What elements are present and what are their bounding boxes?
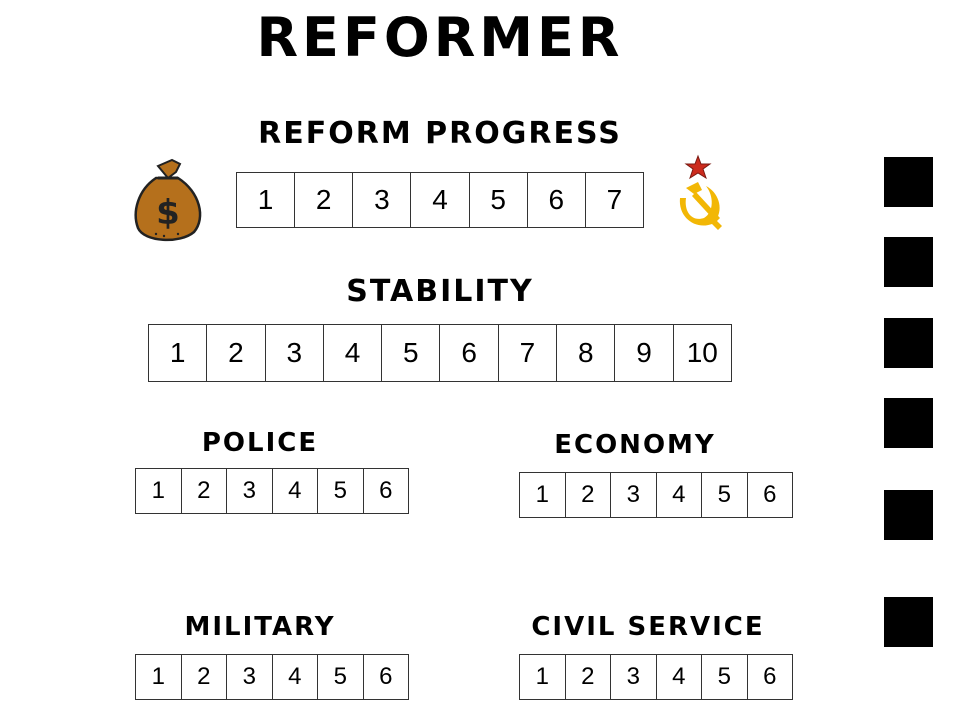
track-cell[interactable]: 1 [136, 655, 182, 699]
track-cell[interactable]: 1 [237, 173, 296, 227]
page-title: REFORMER [256, 6, 624, 69]
track-cell[interactable]: 4 [411, 173, 470, 227]
side-square[interactable] [884, 490, 933, 540]
hammer-sickle-icon [666, 152, 730, 244]
side-square[interactable] [884, 398, 933, 448]
track-cell[interactable]: 1 [520, 655, 566, 699]
svg-text:$: $ [156, 193, 180, 233]
track-cell[interactable]: 6 [440, 325, 499, 381]
track-cell[interactable]: 1 [520, 473, 566, 517]
track-cell[interactable]: 5 [318, 469, 364, 513]
track-cell[interactable]: 6 [528, 173, 586, 227]
track-cell[interactable]: 3 [611, 473, 657, 517]
track-cell[interactable]: 6 [364, 655, 409, 699]
track-cell[interactable]: 5 [470, 173, 528, 227]
track-cell[interactable]: 8 [557, 325, 616, 381]
track-cell[interactable]: 6 [748, 473, 793, 517]
track-cell[interactable]: 7 [586, 173, 643, 227]
reform-progress-heading: Reform Progress [258, 116, 622, 151]
track-cell[interactable]: 2 [182, 469, 227, 513]
track-cell[interactable]: 5 [318, 655, 364, 699]
track-cell[interactable]: 5 [702, 473, 748, 517]
side-square[interactable] [884, 157, 933, 207]
track-cell[interactable]: 2 [566, 473, 611, 517]
track-cell[interactable]: 1 [149, 325, 208, 381]
track-cell[interactable]: 2 [182, 655, 227, 699]
military-track: 123456 [135, 654, 409, 700]
side-square[interactable] [884, 597, 933, 647]
track-cell[interactable]: 4 [273, 469, 318, 513]
economy-track: 123456 [519, 472, 793, 518]
track-cell[interactable]: 6 [364, 469, 409, 513]
track-cell[interactable]: 3 [353, 173, 412, 227]
track-cell[interactable]: 4 [657, 655, 702, 699]
reform-progress-track: 1234567 [236, 172, 644, 228]
track-cell[interactable]: 4 [657, 473, 702, 517]
track-cell[interactable]: 2 [566, 655, 611, 699]
civil-service-track: 123456 [519, 654, 793, 700]
track-cell[interactable]: 10 [674, 325, 731, 381]
track-cell[interactable]: 5 [382, 325, 441, 381]
track-cell[interactable]: 3 [611, 655, 657, 699]
stability-track: 1 2 3 4 5 6 7 8 9 10 [148, 324, 732, 382]
track-cell[interactable]: 3 [266, 325, 324, 381]
track-cell[interactable]: 9 [615, 325, 674, 381]
track-cell[interactable]: 3 [227, 469, 273, 513]
track-cell[interactable]: 2 [207, 325, 266, 381]
track-cell[interactable]: 5 [702, 655, 748, 699]
side-square[interactable] [884, 318, 933, 368]
money-bag-icon: $ [128, 156, 208, 250]
track-cell[interactable]: 3 [227, 655, 273, 699]
track-cell[interactable]: 6 [748, 655, 793, 699]
track-cell[interactable]: 4 [324, 325, 383, 381]
stability-heading: Stability [346, 274, 534, 309]
track-cell[interactable]: 1 [136, 469, 182, 513]
track-cell[interactable]: 2 [295, 173, 354, 227]
civil-service-heading: Civil Service [531, 612, 765, 642]
economy-heading: Economy [554, 430, 716, 460]
track-cell[interactable]: 4 [273, 655, 318, 699]
police-heading: Police [201, 428, 319, 458]
military-heading: Military [184, 612, 336, 642]
police-track: 123456 [135, 468, 409, 514]
side-square[interactable] [884, 237, 933, 287]
track-cell[interactable]: 7 [499, 325, 558, 381]
